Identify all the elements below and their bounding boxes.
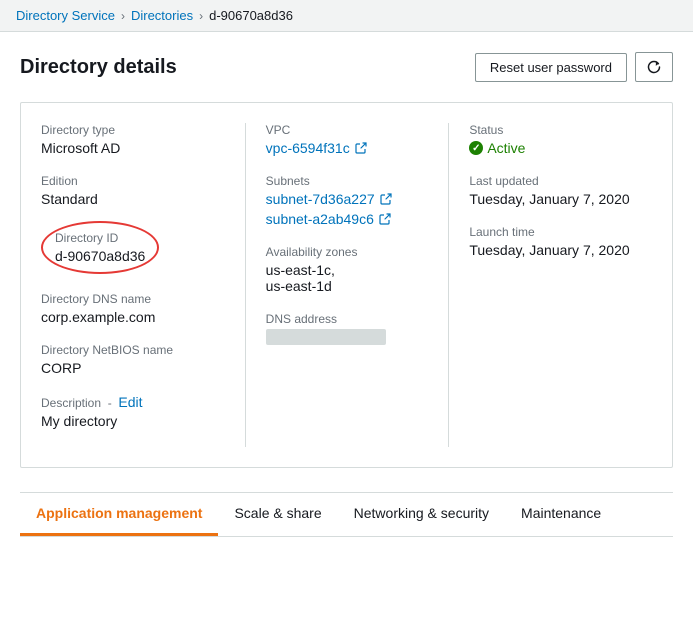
edition-item: Edition Standard: [41, 174, 225, 207]
description-label: Description - Edit: [41, 394, 225, 410]
launch-time-value: Tuesday, January 7, 2020: [469, 242, 632, 258]
subnet2-external-link-icon: [379, 213, 391, 225]
tabs: Application management Scale & share Net…: [20, 493, 673, 537]
details-col1: Directory type Microsoft AD Edition Stan…: [41, 123, 245, 447]
vpc-value[interactable]: vpc-6594f31c: [266, 140, 367, 156]
vpc-label: VPC: [266, 123, 429, 137]
status-item: Status ✓ Active: [469, 123, 632, 156]
directory-id-value: d-90670a8d36: [55, 248, 145, 264]
main-content: Directory details Reset user password Di…: [0, 32, 693, 537]
launch-time-item: Launch time Tuesday, January 7, 2020: [469, 225, 632, 258]
details-section: Directory type Microsoft AD Edition Stan…: [20, 102, 673, 468]
breadcrumb: Directory Service › Directories › d-9067…: [0, 0, 693, 32]
tab-networking-security[interactable]: Networking & security: [338, 493, 505, 536]
tab-maintenance[interactable]: Maintenance: [505, 493, 617, 536]
directory-id-label: Directory ID: [55, 231, 145, 245]
subnets-label: Subnets: [266, 174, 429, 188]
dns-name-label: Directory DNS name: [41, 292, 225, 306]
breadcrumb-sep-2: ›: [199, 9, 203, 23]
netbios-label: Directory NetBIOS name: [41, 343, 225, 357]
reset-password-button[interactable]: Reset user password: [475, 53, 627, 82]
last-updated-value: Tuesday, January 7, 2020: [469, 191, 632, 207]
breadcrumb-directories[interactable]: Directories: [131, 8, 193, 23]
netbios-value: CORP: [41, 360, 225, 376]
status-active-icon: ✓: [469, 141, 483, 155]
tab-scale-share[interactable]: Scale & share: [218, 493, 337, 536]
az-value: us-east-1c, us-east-1d: [266, 262, 429, 294]
dns-address-label: DNS address: [266, 312, 429, 326]
edition-label: Edition: [41, 174, 225, 188]
status-label: Status: [469, 123, 632, 137]
dns-address-value: [266, 329, 386, 345]
breadcrumb-current: d-90670a8d36: [209, 8, 293, 23]
directory-type-item: Directory type Microsoft AD: [41, 123, 225, 156]
vpc-item: VPC vpc-6594f31c: [266, 123, 429, 156]
tab-application-management[interactable]: Application management: [20, 493, 218, 536]
last-updated-label: Last updated: [469, 174, 632, 188]
tabs-container: Application management Scale & share Net…: [20, 492, 673, 537]
external-link-icon: [355, 142, 367, 154]
edition-value: Standard: [41, 191, 225, 207]
dns-name-value: corp.example.com: [41, 309, 225, 325]
page-title: Directory details: [20, 56, 177, 79]
subnet2-value[interactable]: subnet-a2ab49c6: [266, 211, 391, 227]
subnet1-value[interactable]: subnet-7d36a227: [266, 191, 392, 207]
directory-type-label: Directory type: [41, 123, 225, 137]
breadcrumb-sep-1: ›: [121, 9, 125, 23]
header-actions: Reset user password: [475, 52, 673, 82]
header-row: Directory details Reset user password: [20, 52, 673, 82]
subnet1-external-link-icon: [380, 193, 392, 205]
refresh-icon: [646, 59, 662, 75]
directory-id-item: Directory ID d-90670a8d36: [41, 225, 225, 274]
refresh-button[interactable]: [635, 52, 673, 82]
dns-name-item: Directory DNS name corp.example.com: [41, 292, 225, 325]
description-value: My directory: [41, 413, 225, 429]
details-col2: VPC vpc-6594f31c Subnets subnet-7d36a227: [245, 123, 449, 447]
status-value: ✓ Active: [469, 140, 632, 156]
netbios-item: Directory NetBIOS name CORP: [41, 343, 225, 376]
description-edit-link[interactable]: Edit: [118, 394, 142, 410]
directory-type-value: Microsoft AD: [41, 140, 225, 156]
directory-id-highlight: Directory ID d-90670a8d36: [41, 221, 159, 274]
details-col3: Status ✓ Active Last updated Tuesday, Ja…: [448, 123, 652, 447]
launch-time-label: Launch time: [469, 225, 632, 239]
dns-address-item: DNS address: [266, 312, 429, 345]
last-updated-item: Last updated Tuesday, January 7, 2020: [469, 174, 632, 207]
az-item: Availability zones us-east-1c, us-east-1…: [266, 245, 429, 294]
description-item: Description - Edit My directory: [41, 394, 225, 429]
subnets-item: Subnets subnet-7d36a227 subnet-a2ab49c6: [266, 174, 429, 227]
breadcrumb-directory-service[interactable]: Directory Service: [16, 8, 115, 23]
az-label: Availability zones: [266, 245, 429, 259]
